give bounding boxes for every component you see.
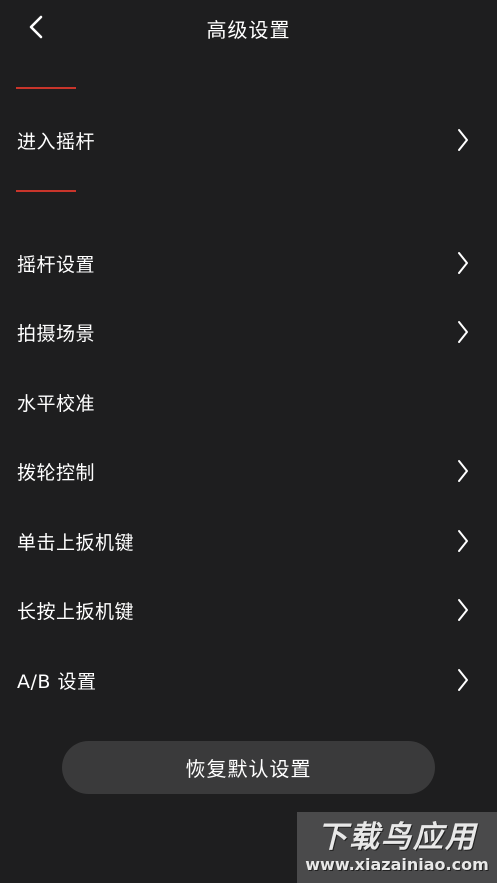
menu-item-joystick-settings[interactable]: 摇杆设置 [0, 235, 497, 291]
section-divider-bottom [16, 190, 76, 192]
chevron-right-icon [454, 527, 472, 555]
menu-item-dial-control[interactable]: 拨轮控制 [0, 443, 497, 499]
page-title: 高级设置 [206, 18, 291, 42]
watermark-url: www.xiazainiao.com [305, 854, 489, 874]
section-divider-top [16, 87, 76, 89]
chevron-right-icon [454, 249, 472, 277]
menu-item-ab-settings[interactable]: A/B 设置 [0, 652, 497, 708]
chevron-right-icon [454, 318, 472, 346]
watermark-title: 下载鸟应用 [317, 819, 477, 855]
watermark: 下载鸟应用 www.xiazainiao.com [297, 812, 497, 883]
menu-item-single-click-trigger[interactable]: 单击上扳机键 [0, 513, 497, 569]
menu-item-label: 长按上扳机键 [17, 600, 135, 623]
menu-item-label: 摇杆设置 [17, 253, 96, 276]
menu-item-enter-joystick[interactable]: 进入摇杆 [0, 112, 497, 168]
menu-item-long-press-trigger[interactable]: 长按上扳机键 [0, 582, 497, 638]
menu-item-label: 水平校准 [17, 392, 96, 415]
chevron-right-icon [454, 596, 472, 624]
menu-item-shooting-scene[interactable]: 拍摄场景 [0, 304, 497, 360]
menu-item-label: 单击上扳机键 [17, 531, 135, 554]
menu-item-label: 拨轮控制 [17, 461, 96, 484]
chevron-right-icon [454, 457, 472, 485]
menu-item-label: 拍摄场景 [17, 322, 96, 345]
header: 高级设置 [0, 0, 497, 56]
chevron-right-icon [454, 666, 472, 694]
menu-item-label: A/B 设置 [17, 670, 97, 693]
menu-item-horizontal-calibration[interactable]: 水平校准 [0, 374, 497, 430]
menu-item-label: 进入摇杆 [17, 130, 96, 153]
chevron-right-icon [454, 126, 472, 154]
restore-defaults-button[interactable]: 恢复默认设置 [62, 741, 435, 794]
